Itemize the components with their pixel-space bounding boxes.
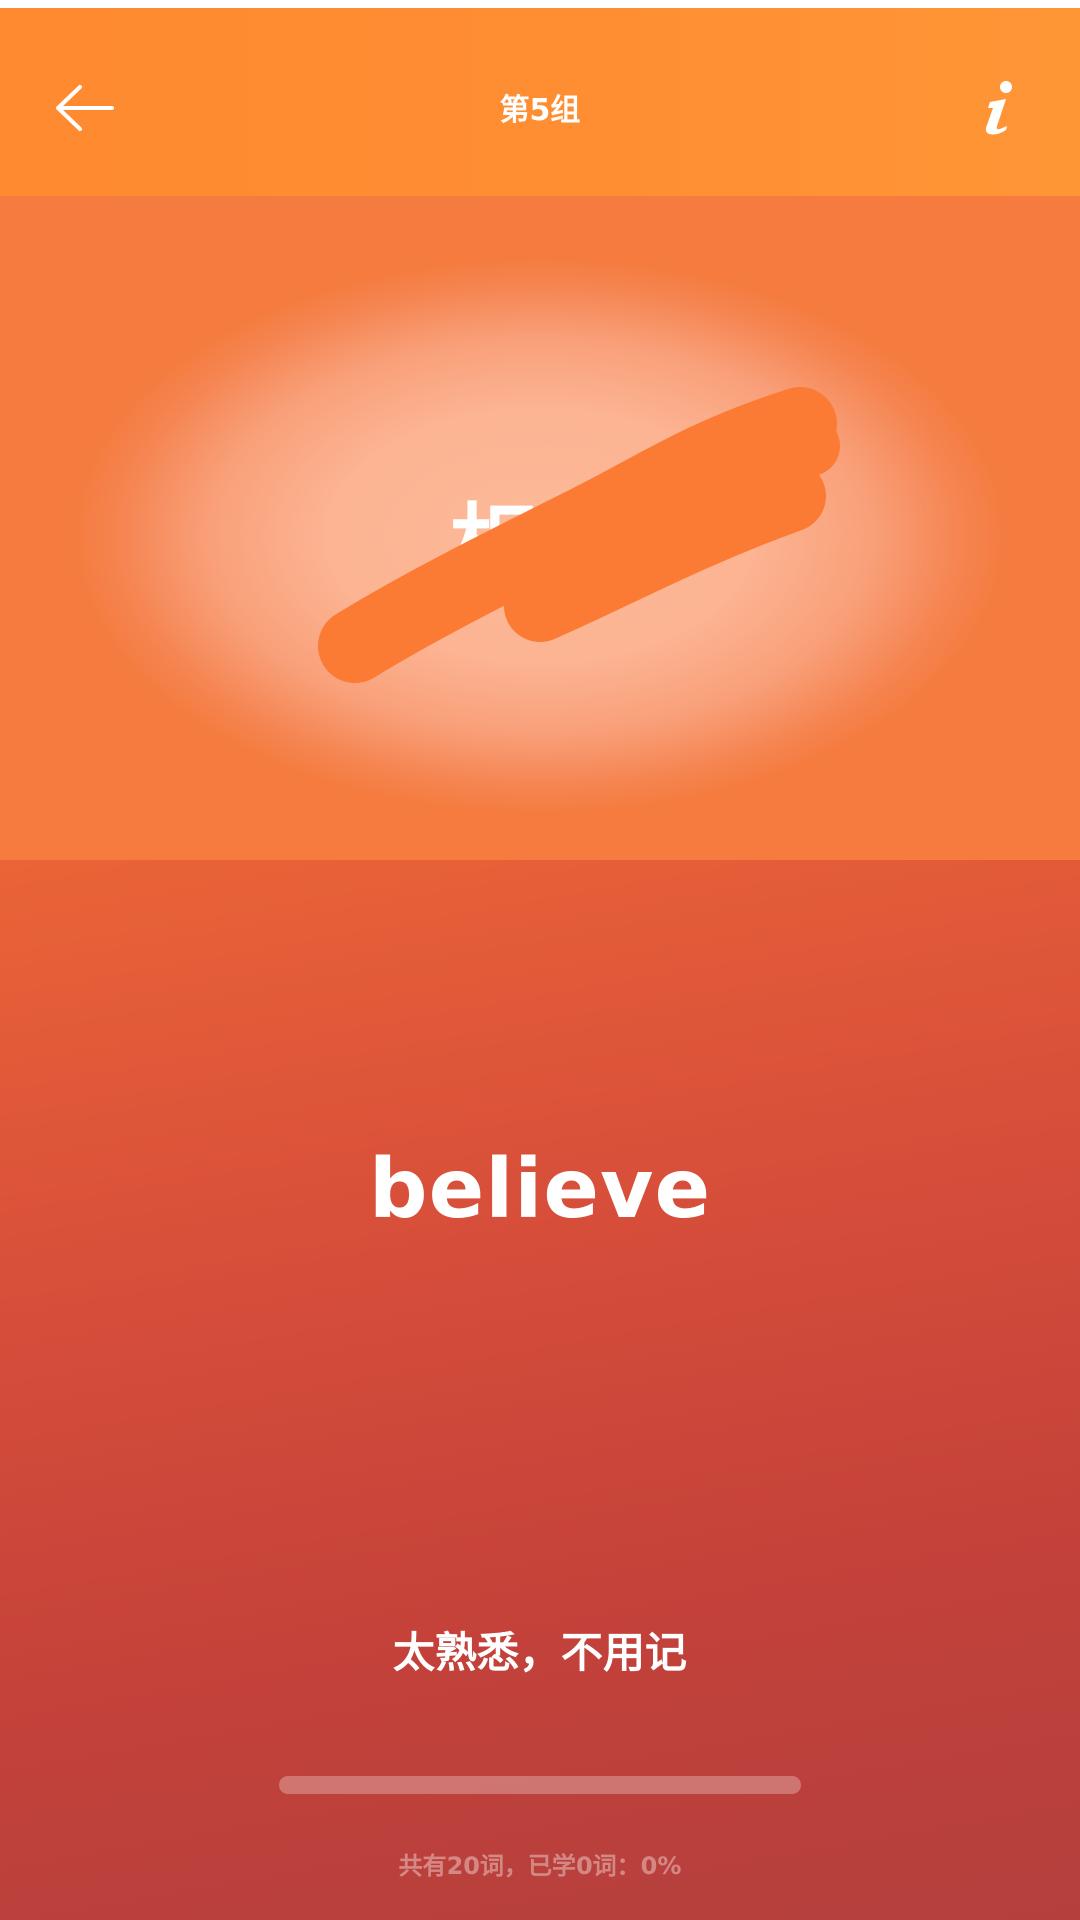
chinese-word: 相信 [449, 494, 630, 597]
info-button[interactable] [968, 76, 1032, 140]
english-word: believe [368, 1142, 712, 1237]
back-button[interactable] [44, 78, 124, 138]
progress-text: 共有20词，已学0词：0% [398, 1852, 682, 1880]
word-card[interactable]: 相信 [0, 196, 1080, 860]
status-strip [0, 0, 1080, 8]
app-screen: 第5组 相信 believe 太熟悉，不用记 共有20词，已学0词：0% [0, 0, 1080, 1920]
progress-bar [279, 1776, 801, 1794]
header-bar: 第5组 [0, 8, 1080, 196]
too-familiar-button[interactable]: 太熟悉，不用记 [330, 1620, 750, 1686]
page-title: 第5组 [499, 93, 581, 128]
info-icon [985, 81, 1012, 135]
arrow-left-icon [56, 85, 114, 131]
